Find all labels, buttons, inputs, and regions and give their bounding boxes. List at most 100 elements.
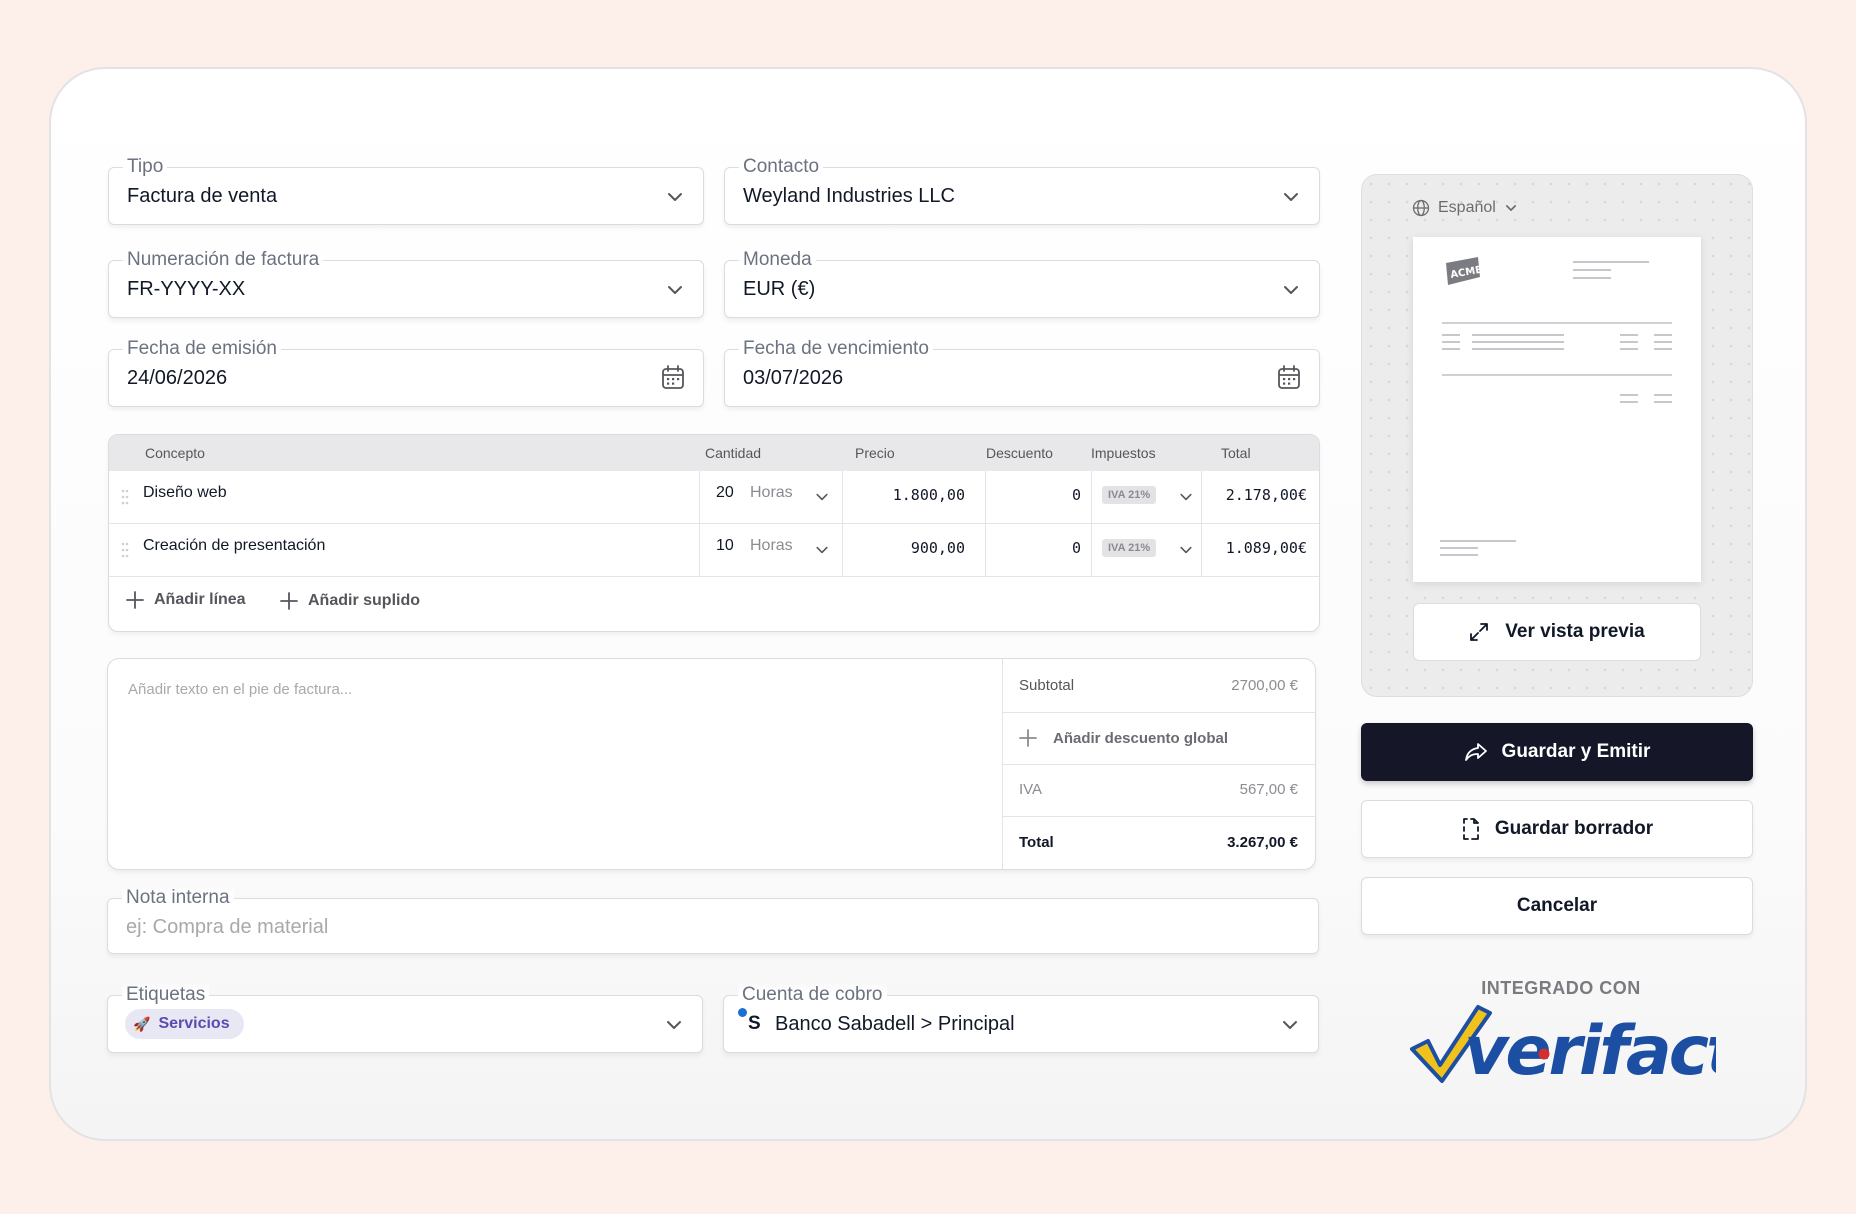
total-row: Total 3.267,00 € <box>1003 817 1315 869</box>
total-cell: 2.178,00€ <box>1201 471 1319 524</box>
add-suplido-button[interactable]: Añadir suplido <box>280 592 420 610</box>
save-draft-button[interactable]: Guardar borrador <box>1361 800 1753 858</box>
total-value: 3.267,00 € <box>1227 834 1298 851</box>
language-selector[interactable]: Español <box>1412 199 1518 217</box>
share-icon <box>1464 743 1487 761</box>
tipo-value: Factura de venta <box>127 185 278 207</box>
chevron-down-icon <box>1284 193 1298 201</box>
plus-icon <box>126 591 144 609</box>
row-unidad: Horas <box>750 537 793 554</box>
expand-icon <box>1470 623 1489 641</box>
add-line-button[interactable]: Añadir línea <box>126 591 246 609</box>
tag-servicios[interactable]: 🚀 Servicios <box>125 1009 244 1039</box>
chevron-down-icon <box>667 1021 681 1029</box>
row-total: 1.089,00€ <box>1225 539 1307 557</box>
contacto-value: Weyland Industries LLC <box>743 185 955 207</box>
add-suplido-label: Añadir suplido <box>308 592 420 609</box>
chevron-down-icon <box>1180 546 1192 554</box>
table-row: Creación de presentación 10 Horas 900,00… <box>109 524 1319 577</box>
cuenta-cobro-label: Cuenta de cobro <box>738 982 887 1008</box>
header-total: Total <box>1221 445 1251 461</box>
fecha-vencimiento-label: Fecha de vencimiento <box>739 336 933 362</box>
totals-panel: Subtotal 2700,00 € Añadir descuento glob… <box>1002 659 1315 869</box>
iva-label: IVA <box>1019 781 1043 798</box>
line-items-table: Concepto Cantidad Precio Descuento Impue… <box>108 434 1320 632</box>
tax-badge: IVA 21% <box>1102 486 1157 504</box>
cuenta-cobro-value: Banco Sabadell > Principal <box>775 1013 1015 1035</box>
total-cell: 1.089,00€ <box>1201 524 1319 577</box>
cuenta-cobro-select[interactable]: Cuenta de cobro S Banco Sabadell > Princ… <box>723 982 1319 1053</box>
header-descuento: Descuento <box>986 445 1053 461</box>
tipo-label: Tipo <box>123 154 168 180</box>
verifactu-wordmark: verifactu <box>1464 1012 1716 1088</box>
etiquetas-label: Etiquetas <box>122 982 210 1008</box>
chevron-down-icon <box>668 286 682 294</box>
cantidad-cell[interactable]: 10 Horas <box>699 524 842 577</box>
row-unidad: Horas <box>750 484 793 501</box>
drag-handle-icon[interactable] <box>121 489 129 505</box>
precio-cell[interactable]: 900,00 <box>842 524 985 577</box>
contacto-label: Contacto <box>739 154 824 180</box>
calendar-icon[interactable] <box>661 365 685 391</box>
add-discount-button[interactable]: Añadir descuento global <box>1003 713 1315 765</box>
chevron-down-icon <box>1505 205 1516 211</box>
total-label: Total <box>1019 834 1054 851</box>
subtotal-row: Subtotal 2700,00 € <box>1003 659 1315 713</box>
preview-panel: Español ACME Ver vista previa <box>1361 174 1753 697</box>
footer-text-input[interactable]: Añadir texto en el pie de factura... <box>128 681 352 698</box>
add-line-label: Añadir línea <box>154 591 246 608</box>
cantidad-cell[interactable]: 20 Horas <box>699 471 842 524</box>
plus-icon <box>1019 729 1037 747</box>
row-descuento: 0 <box>1071 539 1081 557</box>
row-precio: 1.800,00 <box>892 486 965 504</box>
subtotal-label: Subtotal <box>1019 677 1075 694</box>
table-header: Concepto Cantidad Precio Descuento Impue… <box>109 435 1319 471</box>
tipo-select[interactable]: Tipo Factura de venta <box>108 154 704 225</box>
descuento-cell[interactable]: 0 <box>985 524 1091 577</box>
cancel-button[interactable]: Cancelar <box>1361 877 1753 935</box>
numeracion-select[interactable]: Numeración de factura FR-YYYY-XX <box>108 247 704 318</box>
fecha-emision-label: Fecha de emisión <box>123 336 281 362</box>
iva-row: IVA 567,00 € <box>1003 765 1315 817</box>
moneda-label: Moneda <box>739 247 816 273</box>
precio-cell[interactable]: 1.800,00 <box>842 471 985 524</box>
nota-interna-field[interactable]: Nota interna ej: Compra de material <box>107 885 1319 954</box>
header-impuestos: Impuestos <box>1091 445 1156 461</box>
invoice-thumbnail[interactable]: ACME <box>1413 237 1701 582</box>
moneda-select[interactable]: Moneda EUR (€) <box>724 247 1320 318</box>
row-precio: 900,00 <box>910 539 965 557</box>
language-label: Español <box>1438 199 1496 216</box>
chevron-down-icon <box>668 193 682 201</box>
save-emit-button[interactable]: Guardar y Emitir <box>1361 723 1753 781</box>
header-precio: Precio <box>855 445 895 461</box>
fecha-vencimiento-field[interactable]: Fecha de vencimiento 03/07/2026 <box>724 336 1320 407</box>
view-preview-button[interactable]: Ver vista previa <box>1413 603 1701 661</box>
draft-icon <box>1462 818 1479 840</box>
header-concepto: Concepto <box>145 445 205 461</box>
footer-box: Añadir texto en el pie de factura... Sub… <box>107 658 1316 870</box>
etiquetas-select[interactable]: Etiquetas 🚀 Servicios <box>107 982 703 1053</box>
nota-interna-label: Nota interna <box>122 885 234 911</box>
table-row: Diseño web 20 Horas 1.800,00 0 IVA 21% 2… <box>109 471 1319 524</box>
numeracion-label: Numeración de factura <box>123 247 324 273</box>
impuestos-cell[interactable]: IVA 21% <box>1091 471 1201 524</box>
impuestos-cell[interactable]: IVA 21% <box>1091 524 1201 577</box>
contacto-select[interactable]: Contacto Weyland Industries LLC <box>724 154 1320 225</box>
row-cantidad: 10 <box>716 537 734 554</box>
descuento-cell[interactable]: 0 <box>985 471 1091 524</box>
chevron-down-icon <box>1180 493 1192 501</box>
header-cantidad: Cantidad <box>705 445 762 461</box>
bank-icon: S <box>738 1008 761 1034</box>
fecha-emision-field[interactable]: Fecha de emisión 24/06/2026 <box>108 336 704 407</box>
verifactu-logo: verifactu <box>1406 1003 1786 1091</box>
nota-interna-input[interactable]: ej: Compra de material <box>126 916 328 939</box>
row-concepto[interactable]: Diseño web <box>143 484 227 502</box>
integration-label: INTEGRADO CON <box>1481 978 1641 998</box>
add-discount-label: Añadir descuento global <box>1053 730 1229 747</box>
save-draft-label: Guardar borrador <box>1494 818 1654 839</box>
row-concepto[interactable]: Creación de presentación <box>143 537 325 555</box>
globe-icon <box>1412 199 1430 217</box>
chevron-down-icon <box>816 493 828 501</box>
calendar-icon[interactable] <box>1277 365 1301 391</box>
drag-handle-icon[interactable] <box>121 542 129 558</box>
